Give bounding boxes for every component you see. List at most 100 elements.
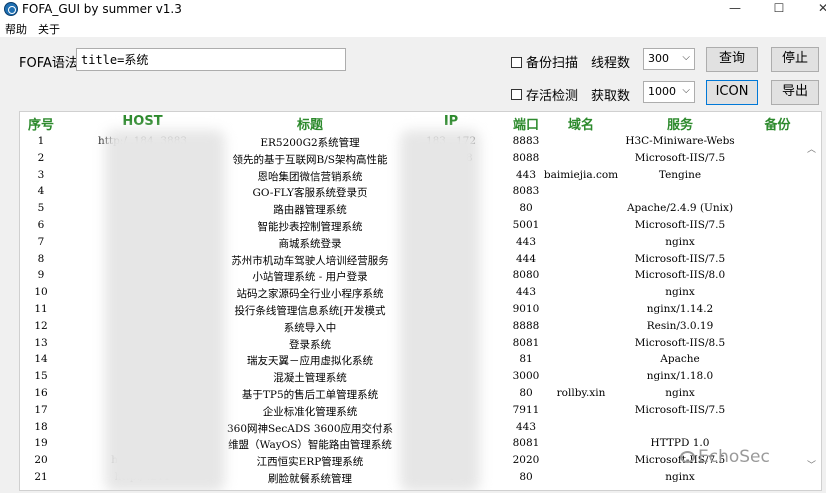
- cell-no: 16: [34, 387, 48, 399]
- cell-port: 8081: [512, 336, 540, 349]
- fetch-count-select[interactable]: 1000 ⌵: [643, 81, 695, 103]
- threads-value: 300: [648, 52, 669, 65]
- cell-port: 8083: [512, 185, 540, 198]
- cell-server: Apache/2.4.9 (Unix): [626, 202, 734, 215]
- cell-no: 11: [34, 303, 48, 315]
- menu-help[interactable]: 帮助: [5, 21, 27, 37]
- cell-title: 站码之家源码全行业小程序系统: [236, 288, 384, 301]
- cell-server: H3C-Miniware-Webs: [625, 135, 735, 147]
- cell-port: 443: [515, 286, 537, 299]
- backup-scan-checkbox[interactable]: [511, 57, 522, 68]
- cell-title: 瑞友天翼－应用虚拟化系统: [247, 355, 373, 368]
- cell-server: Tengine: [658, 168, 702, 181]
- blur-host-region: [105, 130, 225, 490]
- cell-title: 刷脸就餐系统管理: [268, 473, 352, 485]
- alive-check-checkbox[interactable]: [511, 89, 522, 100]
- cell-server: nginx/1.18.0: [646, 370, 714, 383]
- query-button[interactable]: 查询: [706, 47, 758, 72]
- cell-title: 苏州市机动车驾驶人培训经营服务: [231, 254, 389, 267]
- cell-port: 8081: [512, 437, 540, 450]
- cell-server: Resin/3.0.19: [646, 319, 714, 332]
- cell-server: nginx: [665, 235, 695, 248]
- cell-title: 基于TP5的售后工单管理系统: [241, 389, 379, 401]
- cell-no: 15: [34, 370, 48, 383]
- stop-button[interactable]: 停止: [771, 47, 819, 72]
- cell-title: 恩咍集团微信营销系统: [257, 170, 363, 183]
- cell-server: Microsoft-IIS/7.5: [634, 403, 726, 416]
- cell-title: GO-FLY客服系统登录页: [252, 187, 368, 200]
- cell-server: Microsoft-IIS/7.5: [634, 151, 726, 164]
- cell-server: nginx: [665, 286, 695, 299]
- scroll-down-icon[interactable]: ﹀: [807, 458, 816, 471]
- header-domain: 域名: [567, 118, 594, 133]
- cell-port: 8088: [512, 151, 540, 164]
- cell-title: 领先的基于互联网B/S架构高性能: [232, 153, 388, 166]
- export-button[interactable]: 导出: [771, 80, 819, 105]
- cell-no: 6: [37, 219, 45, 231]
- cell-port: 5001: [512, 219, 540, 231]
- results-table[interactable]: 序号 HOST 标题 IP 端口 域名 服务 备份 1http:/ .184. …: [19, 111, 822, 491]
- cell-no: 5: [37, 202, 45, 215]
- app-icon: [4, 2, 18, 16]
- cell-no: 12: [34, 319, 48, 332]
- cell-title: 360网神SecADS 3600应用交付系: [226, 422, 394, 435]
- cell-port: 443: [515, 420, 537, 433]
- blur-ip-region: [400, 130, 480, 490]
- minimize-button[interactable]: —: [712, 0, 758, 19]
- cell-title: 小站管理系统 - 用户登录: [252, 271, 368, 284]
- header-host: HOST: [122, 114, 163, 129]
- cell-no: 10: [34, 286, 48, 299]
- cell-no: 14: [34, 353, 48, 366]
- window-title: FOFA_GUI by summer v1.3: [22, 2, 182, 16]
- cell-title: 智能抄表控制管理系统: [257, 221, 363, 233]
- cell-no: 8: [37, 252, 45, 265]
- chevron-down-icon: ⌵: [682, 85, 690, 96]
- cell-no: 4: [37, 185, 45, 198]
- threads-label: 线程数: [591, 56, 631, 71]
- cell-port: 81: [519, 353, 533, 366]
- maximize-button[interactable]: ☐: [756, 0, 802, 19]
- cell-title: 投行条线管理信息系统[开发模式: [234, 305, 386, 317]
- cell-no: 20: [34, 454, 48, 467]
- menu-about[interactable]: 关于: [38, 21, 60, 37]
- cell-server: Microsoft-IIS/8.5: [634, 336, 726, 349]
- close-button[interactable]: ✕: [800, 0, 826, 19]
- cell-title: 江西恒实ERP管理系统: [256, 456, 364, 469]
- header-no: 序号: [27, 118, 54, 133]
- title-bar: FOFA_GUI by summer v1.3 — ☐ ✕: [0, 0, 826, 19]
- cell-no: 3: [37, 168, 45, 181]
- fetch-count-label: 获取数: [591, 89, 631, 104]
- cell-domain: rollby.xin: [556, 387, 606, 399]
- menu-bar: 帮助 关于: [0, 19, 826, 37]
- header-backup: 备份: [764, 118, 791, 133]
- alive-check-label: 存活检测: [526, 89, 579, 104]
- cell-no: 21: [34, 471, 48, 483]
- query-input[interactable]: title=系统: [76, 48, 346, 71]
- cell-no: 1: [37, 135, 45, 147]
- header-server: 服务: [666, 118, 693, 133]
- cell-server: nginx: [665, 471, 695, 483]
- cell-server: nginx: [665, 387, 695, 399]
- header-ip: IP: [443, 114, 459, 129]
- cell-port: 7911: [512, 403, 540, 416]
- icon-button[interactable]: ICON: [706, 80, 758, 105]
- fofa-syntax-label: FOFA语法: [19, 56, 78, 71]
- cell-server: Microsoft-IIS/8.0: [634, 269, 726, 282]
- cell-title: 系统导入中: [283, 321, 337, 334]
- cell-title: 登录系统: [289, 338, 331, 351]
- cell-no: 13: [34, 336, 48, 349]
- cell-title: 路由器管理系统: [273, 204, 347, 217]
- cell-port: 8888: [512, 319, 540, 332]
- cell-port: 80: [519, 471, 533, 483]
- cell-no: 7: [37, 235, 45, 248]
- cell-no: 18: [34, 420, 48, 433]
- threads-select[interactable]: 300 ⌵: [643, 48, 695, 70]
- scroll-up-icon[interactable]: ︿: [807, 142, 816, 155]
- cell-port: 8883: [512, 135, 540, 147]
- backup-scan-label: 备份扫描: [526, 56, 579, 71]
- cell-server: Apache: [660, 353, 700, 366]
- watermark: EchoSec: [698, 447, 770, 467]
- fetch-count-value: 1000: [648, 85, 676, 98]
- table-header: 序号 HOST 标题 IP 端口 域名 服务 备份: [20, 112, 821, 133]
- cell-title: ER5200G2系统管理: [260, 137, 360, 149]
